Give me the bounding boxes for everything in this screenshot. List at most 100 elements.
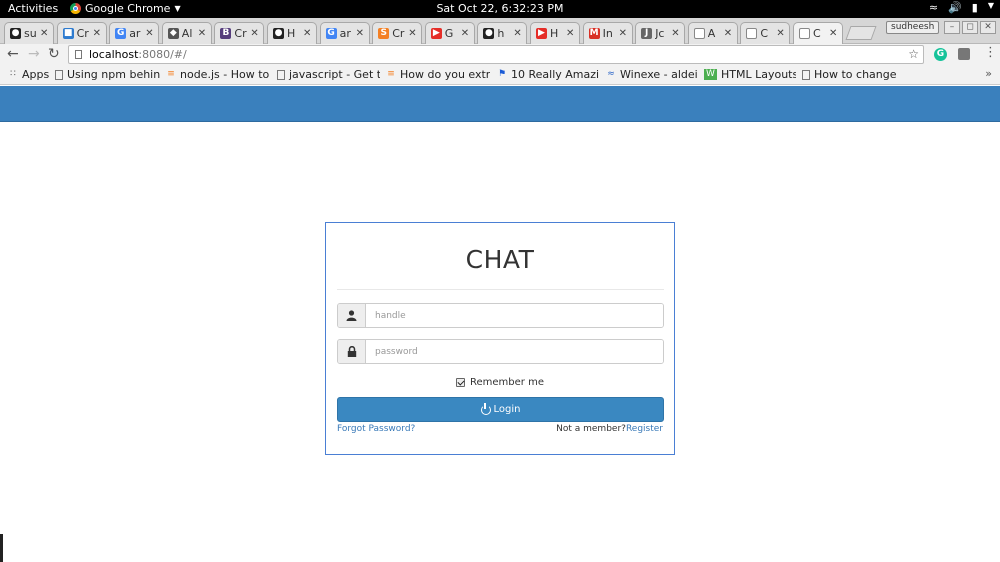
- close-tab-icon[interactable]: ✕: [408, 28, 416, 39]
- browser-tab[interactable]: C ✕: [793, 22, 843, 44]
- close-tab-icon[interactable]: ✕: [776, 28, 784, 39]
- close-tab-icon[interactable]: ✕: [145, 28, 153, 39]
- browser-tab[interactable]: Gar ✕: [319, 22, 370, 44]
- close-tab-icon[interactable]: ✕: [513, 28, 521, 39]
- handle-input[interactable]: [366, 304, 663, 327]
- browser-tab[interactable]: ▶ G ✕: [424, 22, 475, 44]
- page-icon: [746, 28, 758, 39]
- bookmark-item[interactable]: Using npm behind: [55, 68, 160, 81]
- register-link[interactable]: Register: [626, 424, 663, 434]
- not-member-label: Not a member?: [556, 424, 626, 434]
- github-icon: ●: [10, 28, 21, 39]
- forgot-password-link[interactable]: Forgot Password?: [337, 424, 415, 434]
- browser-tab[interactable]: ● H ✕: [267, 22, 317, 44]
- browser-tab[interactable]: J Jc ✕: [635, 22, 686, 44]
- tab-title: su: [24, 27, 37, 40]
- browser-tab[interactable]: ◆ Al ✕: [161, 22, 212, 44]
- tab-title: In: [602, 27, 613, 40]
- code-icon: ◆: [167, 28, 179, 39]
- browser-tab[interactable]: S Cr ✕: [372, 22, 423, 44]
- chrome-menu-icon[interactable]: ⋮: [984, 45, 997, 60]
- tab-title: A: [707, 27, 716, 40]
- clock[interactable]: Sat Oct 22, 6:32:23 PM: [436, 2, 563, 15]
- app-navbar: [0, 86, 1000, 122]
- page-info-icon[interactable]: [75, 50, 82, 59]
- grammarly-extension-icon[interactable]: G: [934, 48, 947, 61]
- bookmark-label: node.js - How to: [180, 68, 270, 81]
- back-arrow-icon[interactable]: ←: [7, 46, 19, 62]
- wave-icon: ≈: [607, 69, 615, 79]
- bookmark-item[interactable]: javascript - Get th: [277, 68, 380, 81]
- browser-tab[interactable]: ● su ✕: [4, 22, 54, 44]
- site-icon: ■: [62, 28, 74, 39]
- close-tab-icon[interactable]: ✕: [303, 28, 311, 39]
- maximize-button[interactable]: ◻: [962, 21, 978, 34]
- browser-tab[interactable]: ● h ✕: [477, 22, 528, 44]
- system-status-area[interactable]: ≈ 🔊 ▮ ▼: [929, 1, 994, 14]
- profile-badge[interactable]: sudheesh: [886, 21, 940, 34]
- tab-title: ar: [339, 27, 351, 40]
- browser-toolbar: ← → ↻ localhost:8080/#/ ☆: [0, 44, 1000, 65]
- bookmark-item[interactable]: ≡ How do you extr: [386, 68, 490, 81]
- tab-title: H: [550, 27, 559, 40]
- close-tab-icon[interactable]: ✕: [40, 28, 48, 39]
- battery-icon: ▮: [971, 1, 978, 14]
- browser-tab[interactable]: A ✕: [687, 22, 738, 44]
- close-tab-icon[interactable]: ✕: [250, 28, 258, 39]
- password-input[interactable]: [366, 340, 663, 363]
- app-name: Google Chrome: [85, 2, 171, 15]
- bookmark-label: Winexe - aldeid: [620, 68, 698, 81]
- close-tab-icon[interactable]: ✕: [461, 28, 469, 39]
- page-icon: [277, 69, 285, 80]
- new-tab-button[interactable]: [845, 26, 877, 40]
- login-panel: CHAT Remember me Login Forgot Password? …: [325, 222, 675, 455]
- remember-me-label[interactable]: Remember me: [470, 377, 544, 388]
- tab-title: Jc: [655, 27, 665, 40]
- close-tab-icon[interactable]: ✕: [356, 28, 364, 39]
- github-icon: ●: [273, 28, 284, 39]
- login-button[interactable]: Login: [337, 397, 664, 422]
- bookmark-label: 10 Really Amazin: [511, 68, 600, 81]
- page-icon: [55, 69, 63, 80]
- browser-tab[interactable]: ■ Cr ✕: [56, 22, 107, 44]
- google-icon: G: [115, 28, 127, 39]
- bookmark-item[interactable]: ≈ Winexe - aldeid: [606, 68, 698, 81]
- app-menu[interactable]: Google Chrome ▼: [70, 2, 181, 15]
- close-tab-icon[interactable]: ✕: [829, 28, 837, 39]
- close-tab-icon[interactable]: ✕: [619, 28, 627, 39]
- browser-tab[interactable]: ▶ H ✕: [530, 22, 580, 44]
- url-host: localhost: [89, 48, 139, 61]
- address-bar[interactable]: localhost:8080/#/ ☆: [68, 45, 924, 64]
- minimize-button[interactable]: –: [944, 21, 960, 34]
- bookmark-star-icon[interactable]: ☆: [908, 46, 919, 63]
- remember-me-checkbox[interactable]: [456, 378, 465, 387]
- close-tab-icon[interactable]: ✕: [198, 28, 206, 39]
- stackoverflow-icon: ≡: [167, 69, 175, 79]
- activities-button[interactable]: Activities: [8, 2, 58, 15]
- bookmark-item[interactable]: W HTML Layouts: [704, 68, 796, 81]
- apps-grid-icon: ∷: [10, 69, 16, 79]
- browser-tab[interactable]: M In ✕: [582, 22, 633, 44]
- browser-tab[interactable]: Gar ✕: [109, 22, 160, 44]
- forward-arrow-icon[interactable]: →: [28, 46, 40, 62]
- bookmark-label: javascript - Get th: [289, 68, 380, 81]
- login-label: Login: [493, 404, 521, 415]
- close-tab-icon[interactable]: ✕: [671, 28, 679, 39]
- close-window-button[interactable]: ✕: [980, 21, 996, 34]
- extension-icon[interactable]: [958, 48, 970, 60]
- browser-tab[interactable]: C ✕: [740, 22, 791, 44]
- chevron-down-icon: ▼: [987, 1, 994, 10]
- bookmark-item[interactable]: ∷ Apps: [8, 68, 50, 81]
- close-tab-icon[interactable]: ✕: [93, 28, 101, 39]
- tab-title: Cr: [234, 27, 247, 40]
- bookmark-item[interactable]: ⚑ 10 Really Amazin: [497, 68, 600, 81]
- close-tab-icon[interactable]: ✕: [724, 28, 732, 39]
- bookmark-item[interactable]: ≡ node.js - How to: [166, 68, 271, 81]
- browser-tab[interactable]: B Cr ✕: [214, 22, 265, 44]
- bookmark-item[interactable]: How to change d: [802, 68, 900, 81]
- reload-icon[interactable]: ↻: [48, 46, 60, 62]
- close-tab-icon[interactable]: ✕: [566, 28, 574, 39]
- tab-title: ar: [129, 27, 141, 40]
- youtube-icon: ▶: [430, 28, 442, 39]
- more-bookmarks-icon[interactable]: »: [985, 67, 992, 80]
